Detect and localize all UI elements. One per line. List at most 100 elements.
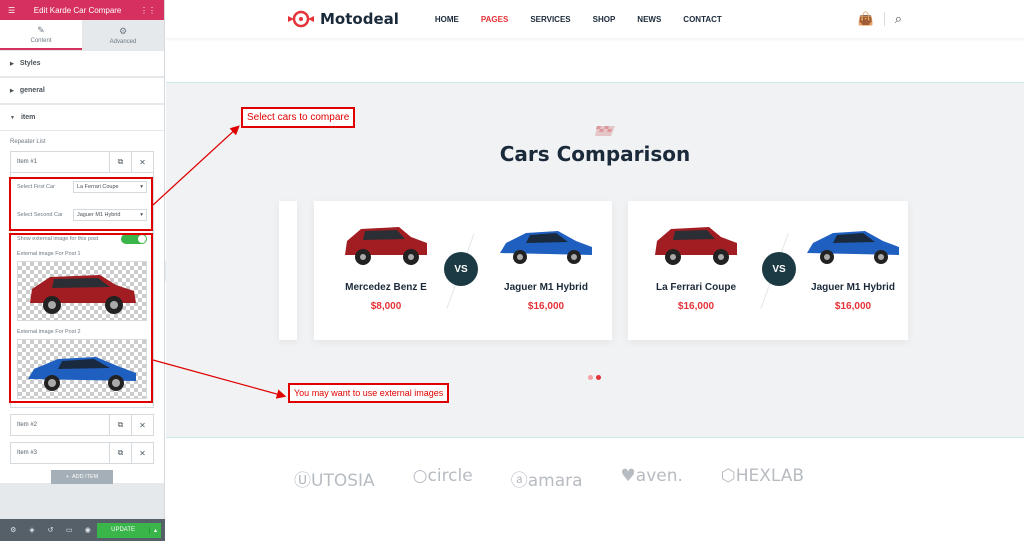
brand-logo: ⓐamara (510, 471, 583, 491)
carousel-dots (588, 375, 601, 380)
plus-icon: + (65, 474, 69, 480)
repeater-item-1[interactable]: Item #1 ⧉ ✕ (10, 151, 154, 173)
preview-eye-icon[interactable]: ◉ (79, 526, 98, 534)
red-suv-image (655, 227, 737, 265)
brand-logo: ⬡HEXLAB (720, 466, 805, 486)
car-name: Jaguer M1 Hybrid (811, 282, 895, 293)
nav-news[interactable]: NEWS (637, 15, 661, 24)
shopping-bag-icon[interactable]: 👜 (858, 11, 874, 27)
red-suv-image (345, 227, 427, 265)
checkered-flag-icon (595, 126, 615, 136)
update-button[interactable]: UPDATE ▴ (97, 522, 162, 538)
car-name: La Ferrari Coupe (655, 282, 737, 293)
blue-sedan-image (807, 231, 899, 264)
steering-wheel-logo-icon (288, 10, 314, 28)
vs-badge: VS (762, 252, 796, 286)
brand-logo: ○circle (412, 466, 473, 486)
section-general[interactable]: ▶ general (0, 78, 164, 104)
layers-icon[interactable]: ◈ (23, 526, 42, 534)
repeater-item-3[interactable]: Item #3 ⧉ ✕ (10, 442, 154, 464)
divider (883, 12, 885, 26)
tab-content[interactable]: ✎ Content (0, 20, 82, 50)
car-price: $16,000 (834, 301, 872, 312)
tab-advanced[interactable]: ⚙ Advanced (82, 20, 164, 50)
settings-icon[interactable]: ⚙ (4, 526, 23, 534)
add-item-button[interactable]: + ADD ITEM (51, 470, 113, 484)
editor-footer: ⚙ ◈ ↺ ▭ ◉ UPDATE ▴ (0, 519, 165, 541)
update-label: UPDATE (111, 527, 136, 533)
grid-icon[interactable]: ⋮⋮ (140, 6, 156, 15)
close-icon[interactable]: ✕ (131, 443, 153, 463)
carousel-dot-active[interactable] (596, 375, 601, 380)
brand-name: amara (527, 471, 583, 491)
caret-up-icon[interactable]: ▴ (149, 526, 161, 534)
repeater-item-2[interactable]: Item #2 ⧉ ✕ (10, 414, 154, 436)
annotation-select-cars: Select cars to compare (241, 107, 356, 128)
brand-name: aven. (635, 466, 683, 486)
section-item[interactable]: ▼ item (0, 105, 164, 131)
nav-contact[interactable]: CONTACT (683, 15, 722, 24)
section-styles[interactable]: ▶ Styles (0, 51, 164, 77)
comparison-card[interactable]: La Ferrari Coupe $16,000 VS Jaguer M1 Hy… (628, 201, 908, 340)
right-car[interactable]: Jaguer M1 Hybrid $16,000 (486, 215, 606, 312)
menu-icon[interactable]: ☰ (8, 6, 15, 15)
add-item-label: ADD ITEM (71, 474, 99, 480)
site-preview: Motodeal HOME PAGES SERVICES SHOP NEWS C… (166, 0, 1024, 541)
brand-name: HEXLAB (735, 466, 805, 486)
gear-icon: ⚙ (118, 25, 128, 36)
highlight-external-images (9, 233, 153, 403)
main-nav: HOME PAGES SERVICES SHOP NEWS CONTACT (435, 15, 744, 24)
site-header: Motodeal HOME PAGES SERVICES SHOP NEWS C… (166, 0, 1024, 38)
highlight-car-selects (9, 177, 153, 231)
nav-services[interactable]: SERVICES (530, 15, 570, 24)
repeater-item-title: Item #1 (17, 159, 38, 165)
blue-sedan-image (500, 231, 592, 264)
close-icon[interactable]: ✕ (131, 152, 153, 172)
duplicate-icon[interactable]: ⧉ (109, 443, 131, 463)
annotation-external-images: You may want to use external images (288, 383, 450, 403)
car-price: $16,000 (527, 301, 565, 312)
editor-tabs: ✎ Content ⚙ Advanced (0, 20, 164, 50)
left-car[interactable]: La Ferrari Coupe $16,000 (636, 215, 756, 312)
editor-header: ☰ Edit Karde Car Compare ⋮⋮ (0, 0, 164, 20)
brand-name: UTOSIA (311, 471, 375, 491)
editor-title: Edit Karde Car Compare (33, 5, 122, 15)
left-car[interactable]: Mercedez Benz E $8,000 (326, 215, 446, 312)
section-item-label: item (20, 114, 36, 121)
repeater-item-title: Item #3 (17, 450, 38, 456)
comparison-card-partial[interactable] (279, 201, 297, 340)
section-general-label: general (19, 87, 45, 94)
search-icon[interactable]: ⌕ (895, 11, 902, 27)
car-price: $8,000 (370, 301, 402, 312)
brand-logo: ♥aven. (620, 466, 683, 486)
history-icon[interactable]: ↺ (41, 526, 60, 534)
vs-badge: VS (444, 252, 478, 286)
carousel-dot[interactable] (588, 375, 593, 380)
comparison-card[interactable]: Mercedez Benz E $8,000 VS Jaguer M1 Hybr… (314, 201, 612, 340)
caret-right-icon: ▶ (10, 60, 14, 67)
section-styles-label: Styles (19, 60, 41, 67)
car-name: Jaguer M1 Hybrid (504, 282, 588, 293)
caret-right-icon: ▶ (10, 87, 14, 94)
tab-advanced-label: Advanced (109, 38, 137, 45)
duplicate-icon[interactable]: ⧉ (109, 152, 131, 172)
repeater-label: Repeater List (10, 139, 46, 145)
nav-home[interactable]: HOME (435, 15, 459, 24)
nav-shop[interactable]: SHOP (593, 15, 616, 24)
responsive-icon[interactable]: ▭ (60, 526, 79, 534)
pencil-icon: ✎ (37, 24, 45, 35)
brand-logo: ⓊUTOSIA (294, 471, 375, 491)
repeater-item-title: Item #2 (17, 422, 38, 428)
caret-down-icon: ▼ (10, 114, 15, 121)
nav-pages[interactable]: PAGES (481, 15, 508, 24)
tab-content-label: Content (30, 37, 52, 44)
car-price: $16,000 (677, 301, 715, 312)
header-icons: 👜 ⌕ (858, 11, 902, 27)
site-logo[interactable]: Motodeal (288, 10, 399, 28)
section-title: Cars Comparison (499, 142, 691, 166)
duplicate-icon[interactable]: ⧉ (109, 415, 131, 435)
close-icon[interactable]: ✕ (131, 415, 153, 435)
right-car[interactable]: Jaguer M1 Hybrid $16,000 (798, 215, 908, 312)
car-name: Mercedez Benz E (345, 282, 427, 293)
brand-logos: ⓊUTOSIA ○circle ⓐamara ♥aven. ⬡HEXLAB (294, 466, 804, 491)
